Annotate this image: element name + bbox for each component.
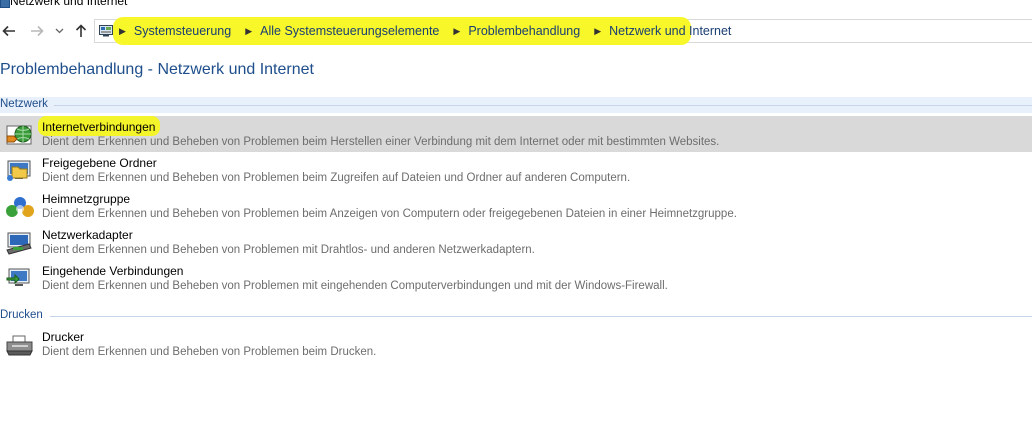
group-header-drucken: Drucken [0,308,1032,324]
homegroup-icon [6,197,34,217]
incoming-connections-icon [6,268,30,286]
item-name: Heimnetzgruppe [42,192,131,206]
title-bar: Netzwerk und Internet [0,0,1032,12]
up-button[interactable] [72,20,90,42]
arrow-left-icon [2,25,15,37]
item-name: Freigegebene Ordner [42,156,157,170]
shared-folder-icon [7,160,31,181]
globe-network-icon [6,125,32,145]
item-description: Dient dem Erkennen und Beheben von Probl… [42,208,737,220]
breadcrumb-item-netzwerk-und-internet[interactable]: ▶ Netzwerk und Internet [580,24,731,38]
troubleshooter-eingehende-verbindungen[interactable]: Eingehende Verbindungen Dient dem Erkenn… [0,260,1032,296]
network-adapter-icon [6,232,32,255]
address-bar[interactable]: ▶ Systemsteuerung ▶ Alle Systemsteuerungse… [94,17,1032,45]
breadcrumb-item-problembehandlung[interactable]: ▶ Problembehandlung [439,24,580,38]
troubleshooter-freigegebene-ordner[interactable]: Freigegebene Ordner Dient dem Erkennen u… [0,152,1032,188]
arrow-up-icon [75,24,87,37]
item-name: Eingehende Verbindungen [42,264,184,278]
breadcrumb: ▶ Systemsteuerung ▶ Alle Systemsteuerungse… [119,20,731,42]
back-button[interactable] [0,20,18,42]
arrow-right-icon [31,25,44,37]
printer-icon [6,335,33,356]
item-description: Dient dem Erkennen und Beheben von Probl… [42,346,377,358]
forward-button[interactable] [28,20,46,42]
control-panel-icon [99,25,113,37]
item-description: Dient dem Erkennen und Beheben von Probl… [42,172,631,184]
window-icon [0,0,10,8]
navigation-bar: ▶ Systemsteuerung ▶ Alle Systemsteuerungse… [0,16,1032,46]
recent-locations-button[interactable] [52,20,66,42]
group-divider [54,105,1032,106]
item-name: Netzwerkadapter [42,228,133,242]
item-description: Dient dem Erkennen und Beheben von Probl… [42,244,535,256]
window-title: Netzwerk und Internet [10,0,128,8]
troubleshooter-drucker[interactable]: Drucker Dient dem Erkennen und Beheben v… [0,326,1032,362]
breadcrumb-item-alle-elemente[interactable]: ▶ Alle Systemsteuerungselemente [231,24,439,38]
troubleshooter-heimnetzgruppe[interactable]: Heimnetzgruppe Dient dem Erkennen und Be… [0,188,1032,224]
troubleshooter-netzwerkadapter[interactable]: Netzwerkadapter Dient dem Erkennen und B… [0,224,1032,260]
troubleshooter-internetverbindungen[interactable]: Internetverbindungen Dient dem Erkennen … [0,116,1032,152]
breadcrumb-item-systemsteuerung[interactable]: ▶ Systemsteuerung [119,24,231,38]
group-header-netzwerk: Netzwerk [0,97,1032,113]
item-name: Drucker [42,330,85,344]
item-description: Dient dem Erkennen und Beheben von Probl… [42,280,668,292]
item-description: Dient dem Erkennen und Beheben von Probl… [42,136,720,148]
chevron-down-icon [55,28,63,34]
item-name: Internetverbindungen [42,120,156,134]
group-divider [50,316,1032,317]
page-title: Problembehandlung - Netzwerk und Interne… [0,61,314,78]
